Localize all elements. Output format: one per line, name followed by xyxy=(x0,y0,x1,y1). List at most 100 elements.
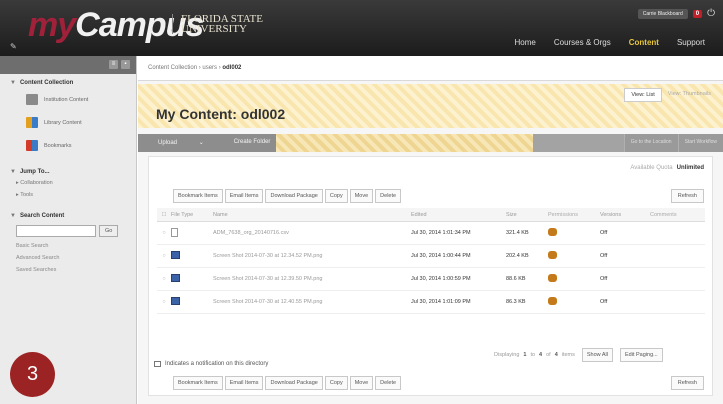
sidebar-item-tools[interactable]: ▸ Tools xyxy=(0,189,136,201)
sidebar-item-collaboration[interactable]: ▸ Collaboration xyxy=(0,177,136,189)
university-line2: UNIVERSITY xyxy=(181,23,247,35)
show-all-button[interactable]: Show All xyxy=(581,348,613,362)
tab-view-list[interactable]: View: List xyxy=(624,88,662,102)
table-row[interactable]: ○ Screen Shot 2014-07-30 at 12.39.50 PM.… xyxy=(157,268,705,291)
row-checkbox[interactable]: ○ xyxy=(157,276,171,282)
refresh-button[interactable]: Refresh xyxy=(670,189,704,203)
notification-icon xyxy=(154,361,161,367)
refresh-button[interactable]: Refresh xyxy=(670,376,704,390)
bookmark-items-button[interactable]: Bookmark Items xyxy=(173,189,223,203)
permissions-icon[interactable] xyxy=(548,228,557,236)
sidebar-collapse-icon[interactable]: ▪ xyxy=(121,60,130,69)
create-folder-button[interactable]: Create Folder xyxy=(224,134,281,152)
permissions-icon[interactable] xyxy=(548,251,557,259)
library-icon xyxy=(26,117,38,128)
breadcrumb-content-collection[interactable]: Content Collection xyxy=(148,65,197,71)
row-checkbox[interactable]: ○ xyxy=(157,253,171,259)
sidebar-item-library-content[interactable]: Library Content xyxy=(0,111,136,134)
move-button[interactable]: Move xyxy=(349,189,374,203)
file-edited: Jul 30, 2014 1:00:59 PM xyxy=(411,276,471,282)
sidebar-section-jump-to[interactable]: ▼ Jump To... xyxy=(0,163,136,177)
file-edited: Jul 30, 2014 1:00:44 PM xyxy=(411,253,471,259)
saved-searches-link[interactable]: Saved Searches xyxy=(0,263,136,275)
page-title: My Content: odl002 xyxy=(156,106,286,122)
sidebar-menu-icon[interactable]: ≡ xyxy=(109,60,118,69)
breadcrumb-users[interactable]: users xyxy=(202,65,217,71)
bottom-button-row: Bookmark Items Email Items Download Pack… xyxy=(173,376,402,390)
edit-paging-button[interactable]: Edit Paging... xyxy=(620,348,663,362)
email-items-button[interactable]: Email Items xyxy=(224,189,264,203)
file-versions: Off xyxy=(600,276,608,282)
view-tabs: View: List View: Thumbnails xyxy=(624,88,717,102)
move-button[interactable]: Move xyxy=(349,376,374,390)
header-nav: Home Courses & Orgs Content Support xyxy=(515,38,706,47)
go-to-location-button[interactable]: Go to the Location xyxy=(623,134,678,152)
nav-home[interactable]: Home xyxy=(515,38,536,47)
row-checkbox[interactable]: ○ xyxy=(157,299,171,305)
col-edited[interactable]: Edited xyxy=(411,212,506,218)
file-icon xyxy=(171,227,178,237)
sidebar-item-bookmarks[interactable]: Bookmarks xyxy=(0,134,136,157)
file-name-link[interactable]: Screen Shot 2014-07-30 at 12.34.52 PM.pn… xyxy=(213,253,411,259)
file-edited: Jul 30, 2014 1:01:34 PM xyxy=(411,230,471,236)
basic-search-link[interactable]: Basic Search xyxy=(0,239,136,251)
logout-icon[interactable]: ⏻ xyxy=(707,8,715,19)
table-row[interactable]: ○ Screen Shot 2014-07-30 at 12.40.55 PM.… xyxy=(157,291,705,314)
delete-button[interactable]: Delete xyxy=(375,376,402,390)
image-file-icon xyxy=(171,274,180,282)
institution-icon xyxy=(26,94,38,105)
col-name[interactable]: Name xyxy=(213,212,411,218)
file-name-link[interactable]: Screen Shot 2014-07-30 at 12.39.50 PM.pn… xyxy=(213,276,411,282)
download-package-button[interactable]: Download Package xyxy=(265,189,323,203)
file-size: 86.3 KB xyxy=(506,299,526,305)
sidebar-section-content-collection[interactable]: ▼ Content Collection xyxy=(0,74,136,88)
search-go-button[interactable]: Go xyxy=(99,225,119,237)
collapse-triangle-icon: ▼ xyxy=(10,169,16,175)
paging-info: Displaying 1 to 4 of 4 items Show All Ed… xyxy=(494,348,663,362)
start-workflow-button[interactable]: Start Workflow xyxy=(677,134,723,152)
row-checkbox[interactable]: ○ xyxy=(157,230,171,236)
file-name-link[interactable]: ADM_7638_org_20140716.csv xyxy=(213,230,411,236)
col-comments: Comments xyxy=(650,211,677,218)
chevron-down-icon: ⌄ xyxy=(198,140,204,146)
bookmark-items-button[interactable]: Bookmark Items xyxy=(173,376,223,390)
file-versions: Off xyxy=(600,253,608,259)
upload-button[interactable]: Upload ⌄ xyxy=(138,134,224,152)
file-size: 321.4 KB xyxy=(506,230,529,236)
search-input[interactable] xyxy=(16,225,96,237)
col-versions: Versions xyxy=(600,211,622,218)
nav-courses-orgs[interactable]: Courses & Orgs xyxy=(554,38,611,47)
nav-content[interactable]: Content xyxy=(629,38,659,47)
bookmarks-icon xyxy=(26,140,38,151)
image-file-icon xyxy=(171,251,180,259)
col-size[interactable]: Size xyxy=(506,212,548,218)
sidebar: ≡ ▪ ▼ Content Collection Institution Cont… xyxy=(0,56,137,404)
action-bar-stripe xyxy=(276,134,533,152)
select-all-checkbox[interactable]: ☐ xyxy=(157,212,171,218)
delete-button[interactable]: Delete xyxy=(375,189,402,203)
copy-button[interactable]: Copy xyxy=(324,376,348,390)
action-bar-right: Go to the Location Start Workflow xyxy=(623,134,723,152)
col-permissions: Permissions xyxy=(548,211,578,218)
nav-support[interactable]: Support xyxy=(677,38,705,47)
download-package-button[interactable]: Download Package xyxy=(265,376,323,390)
sidebar-item-institution-content[interactable]: Institution Content xyxy=(0,88,136,111)
file-name-link[interactable]: Screen Shot 2014-07-30 at 12.40.55 PM.pn… xyxy=(213,299,411,305)
notification-badge[interactable]: 0 xyxy=(692,9,703,18)
email-items-button[interactable]: Email Items xyxy=(224,376,264,390)
edit-pencil-icon[interactable]: ✎ xyxy=(10,42,17,51)
table-header: ☐ File Type Name Edited Size Permissions… xyxy=(157,208,705,222)
col-file-type[interactable]: File Type xyxy=(171,212,213,218)
advanced-search-link[interactable]: Advanced Search xyxy=(0,251,136,263)
university-name: FLORIDA STATE UNIVERSITY xyxy=(172,14,263,35)
permissions-icon[interactable] xyxy=(548,297,557,305)
step-number-badge: 3 xyxy=(10,352,55,397)
table-row[interactable]: ○ ADM_7638_org_20140716.csv Jul 30, 2014… xyxy=(157,222,705,245)
copy-button[interactable]: Copy xyxy=(324,189,348,203)
tab-view-thumbnails[interactable]: View: Thumbnails xyxy=(662,88,717,102)
permissions-icon[interactable] xyxy=(548,274,557,282)
user-menu[interactable]: Carrie Blackboard xyxy=(637,8,688,19)
file-size: 202.4 KB xyxy=(506,253,529,259)
sidebar-section-search-content[interactable]: ▼ Search Content xyxy=(0,207,136,221)
table-row[interactable]: ○ Screen Shot 2014-07-30 at 12.34.52 PM.… xyxy=(157,245,705,268)
